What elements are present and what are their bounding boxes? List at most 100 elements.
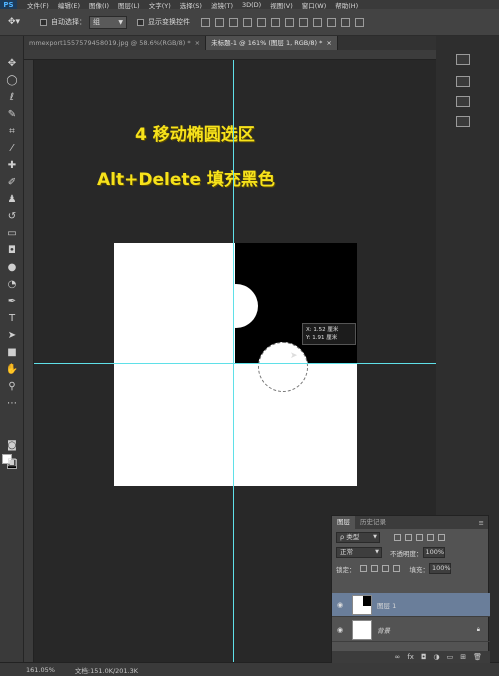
vertical-guide[interactable]: [233, 60, 234, 662]
menu-help[interactable]: 帮助(H): [335, 0, 358, 10]
visibility-eye-icon[interactable]: ◉: [332, 601, 348, 609]
align-right-icon[interactable]: [271, 17, 280, 27]
close-icon[interactable]: ×: [326, 39, 331, 47]
distribute-left-icon[interactable]: [327, 17, 336, 27]
opacity-input[interactable]: 100%: [422, 547, 445, 558]
layer-row-layer1[interactable]: ◉ 图层 1: [332, 593, 490, 617]
menu-image[interactable]: 图像(I): [89, 0, 109, 10]
blend-opacity-row: 正常 ▼ 不透明度： 100%: [332, 547, 490, 558]
lock-all-icon[interactable]: [392, 565, 400, 572]
menu-3d[interactable]: 3D(D): [242, 1, 261, 9]
layer-row-background[interactable]: ◉ 背景 🔒︎: [332, 618, 490, 642]
distribute-bottom-icon[interactable]: [313, 17, 322, 27]
lock-transparent-icon[interactable]: [359, 565, 367, 572]
swatches-panel-icon[interactable]: [456, 76, 470, 87]
adjustment-layer-icon[interactable]: ◑: [434, 653, 440, 661]
rectangle-tool-icon[interactable]: ■: [3, 345, 21, 359]
filter-adjust-icon[interactable]: [405, 534, 412, 541]
align-top-icon[interactable]: [201, 17, 210, 27]
tab-label: mmexport1557579458019.jpg @ 58.6%(RGB/8)…: [29, 39, 191, 47]
paint-bucket-icon[interactable]: ◘: [3, 243, 21, 257]
new-group-icon[interactable]: ▭: [447, 653, 454, 661]
lock-position-icon[interactable]: [381, 565, 389, 572]
thumb-black-quadrant: [363, 595, 371, 606]
lock-pixels-icon[interactable]: [370, 565, 378, 572]
color-panel-icon[interactable]: [456, 54, 470, 65]
delete-layer-icon[interactable]: 🗑︎: [473, 653, 482, 661]
menu-layer[interactable]: 图层(L): [118, 0, 140, 10]
filter-shape-icon[interactable]: [427, 534, 434, 541]
layer-thumbnail: [352, 594, 372, 615]
align-vcenter-icon[interactable]: [215, 17, 224, 27]
visibility-eye-icon[interactable]: ◉: [332, 626, 348, 634]
auto-select-checkbox[interactable]: [40, 18, 47, 26]
brush-icon[interactable]: ✐: [3, 175, 21, 189]
elliptical-selection[interactable]: [258, 342, 308, 392]
distribute-vcenter-icon[interactable]: [299, 17, 308, 27]
layer-name[interactable]: 图层 1: [377, 600, 396, 610]
hand-tool-icon[interactable]: ✋: [3, 362, 21, 376]
align-left-icon[interactable]: [243, 17, 252, 27]
align-hcenter-icon[interactable]: [257, 17, 266, 27]
blend-mode-dropdown[interactable]: 正常 ▼: [336, 547, 382, 558]
ruler-vertical[interactable]: [24, 60, 34, 662]
tools-panel: ✥ ◯ ℓ ✎ ⌗ ⁄ ✚ ✐ ♟ ↺ ▭ ◘ ● ◔ ✒ T ➤ ■ ✋ ⚲ …: [0, 36, 24, 666]
filter-pixel-icon[interactable]: [394, 534, 401, 541]
horizontal-guide[interactable]: [34, 363, 436, 364]
filter-smart-icon[interactable]: [438, 534, 445, 541]
layer-style-icon[interactable]: fx: [407, 653, 414, 661]
lasso-icon[interactable]: ℓ: [3, 90, 21, 104]
healing-brush-icon[interactable]: ✚: [3, 158, 21, 172]
eyedropper-icon[interactable]: ⁄: [3, 141, 21, 155]
distribute-right-icon[interactable]: [355, 17, 364, 27]
show-transform-checkbox[interactable]: [137, 18, 144, 26]
add-mask-icon[interactable]: ◘: [421, 653, 427, 661]
tab-untitled-1[interactable]: 未标题-1 @ 161% (图层 1, RGB/8) * ×: [206, 36, 338, 50]
distribute-hcenter-icon[interactable]: [341, 17, 350, 27]
move-tool-preset-icon[interactable]: ✥▾: [8, 16, 30, 28]
zoom-tool-icon[interactable]: ⚲: [3, 379, 21, 393]
menu-filter[interactable]: 滤镜(T): [211, 0, 233, 10]
link-layers-icon[interactable]: ∞: [395, 653, 401, 661]
quick-mask-icon[interactable]: ◙: [3, 438, 21, 452]
elliptical-marquee-icon[interactable]: ◯: [3, 73, 21, 87]
tab-jpg-document[interactable]: mmexport1557579458019.jpg @ 58.6%(RGB/8)…: [24, 36, 207, 50]
screen-mode-icon[interactable]: ▣: [3, 455, 21, 469]
more-tools-icon[interactable]: ⋯: [3, 396, 21, 410]
quick-select-icon[interactable]: ✎: [3, 107, 21, 121]
distribute-top-icon[interactable]: [285, 17, 294, 27]
new-layer-icon[interactable]: ⊞: [460, 653, 466, 661]
menu-file[interactable]: 文件(F): [27, 0, 49, 10]
tab-layers[interactable]: 图层: [332, 516, 355, 529]
align-bottom-icon[interactable]: [229, 17, 238, 27]
blur-icon[interactable]: ●: [3, 260, 21, 274]
type-tool-icon[interactable]: T: [3, 311, 21, 325]
menu-edit[interactable]: 编辑(E): [58, 0, 80, 10]
clone-stamp-icon[interactable]: ♟: [3, 192, 21, 206]
dodge-icon[interactable]: ◔: [3, 277, 21, 291]
adjustments-panel-icon[interactable]: [456, 96, 470, 107]
eraser-icon[interactable]: ▭: [3, 226, 21, 240]
layer-filter-dropdown[interactable]: ρ 类型 ▼: [336, 532, 380, 543]
menu-type[interactable]: 文字(Y): [149, 0, 171, 10]
history-brush-icon[interactable]: ↺: [3, 209, 21, 223]
tab-history[interactable]: 历史记录: [355, 516, 391, 529]
ruler-horizontal[interactable]: [24, 50, 436, 60]
filter-type-icon[interactable]: [416, 534, 423, 541]
menu-select[interactable]: 选择(S): [180, 0, 202, 10]
crop-icon[interactable]: ⌗: [3, 124, 21, 138]
path-select-icon[interactable]: ➤: [3, 328, 21, 342]
document-canvas[interactable]: [114, 243, 357, 486]
layer-name[interactable]: 背景: [377, 625, 390, 635]
panel-menu-icon[interactable]: ≡: [479, 519, 484, 527]
menu-view[interactable]: 视图(V): [270, 0, 293, 10]
menu-window[interactable]: 窗口(W): [302, 0, 327, 10]
auto-select-dropdown[interactable]: 组 ▼: [89, 15, 127, 29]
move-tool-icon[interactable]: ✥: [3, 56, 21, 70]
fill-input[interactable]: 100%: [429, 563, 451, 574]
styles-panel-icon[interactable]: [456, 116, 470, 127]
zoom-level[interactable]: 161.05%: [26, 666, 55, 674]
close-icon[interactable]: ×: [195, 39, 200, 47]
layer-filter-row: ρ 类型 ▼: [332, 532, 490, 543]
pen-icon[interactable]: ✒: [3, 294, 21, 308]
